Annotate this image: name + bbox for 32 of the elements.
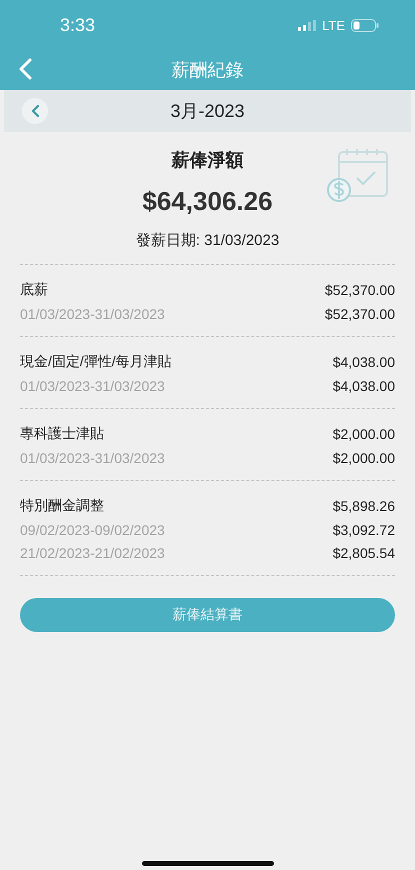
back-button[interactable] [18, 58, 32, 80]
item-period: 09/02/2023-09/02/2023 [20, 522, 165, 538]
item-period: 01/03/2023-31/03/2023 [20, 306, 165, 322]
item-period: 01/03/2023-31/03/2023 [20, 378, 165, 394]
battery-icon [351, 18, 379, 32]
item-amount: $4,038.00 [332, 354, 395, 370]
item-period: 01/03/2023-31/03/2023 [20, 450, 165, 466]
network-label: LTE [322, 18, 345, 32]
chevron-left-icon [18, 58, 32, 80]
pay-date: 發薪日期: 31/03/2023 [136, 231, 280, 250]
line-amount: $52,370.00 [324, 306, 395, 322]
item-amount: $52,370.00 [324, 282, 395, 298]
summary-title: 薪俸淨額 [172, 149, 244, 172]
item-amount: $2,000.00 [332, 426, 395, 442]
item-period: 21/02/2023-21/02/2023 [20, 545, 165, 561]
item-amount: $5,898.26 [332, 498, 395, 514]
status-time: 3:33 [60, 14, 96, 36]
line-amount: $2,805.54 [332, 545, 395, 561]
item-title: 現金/固定/彈性/每月津貼 [20, 353, 172, 371]
line-amount: $2,000.00 [332, 450, 395, 466]
item-title: 特別酬金調整 [20, 497, 104, 515]
line-amount: $4,038.00 [332, 378, 395, 394]
net-amount: $64,306.26 [142, 186, 273, 217]
item-title: 底薪 [20, 281, 48, 299]
chevron-left-icon [30, 104, 40, 118]
payslip-button[interactable]: 薪俸結算書 [20, 598, 395, 632]
signal-icon [298, 20, 316, 30]
line-amount: $3,092.72 [332, 522, 395, 538]
month-label: 3月-2023 [170, 100, 245, 123]
item-title: 專科護士津貼 [20, 425, 104, 443]
page-title: 薪酬紀錄 [172, 59, 244, 82]
previous-month-button[interactable] [22, 98, 48, 124]
